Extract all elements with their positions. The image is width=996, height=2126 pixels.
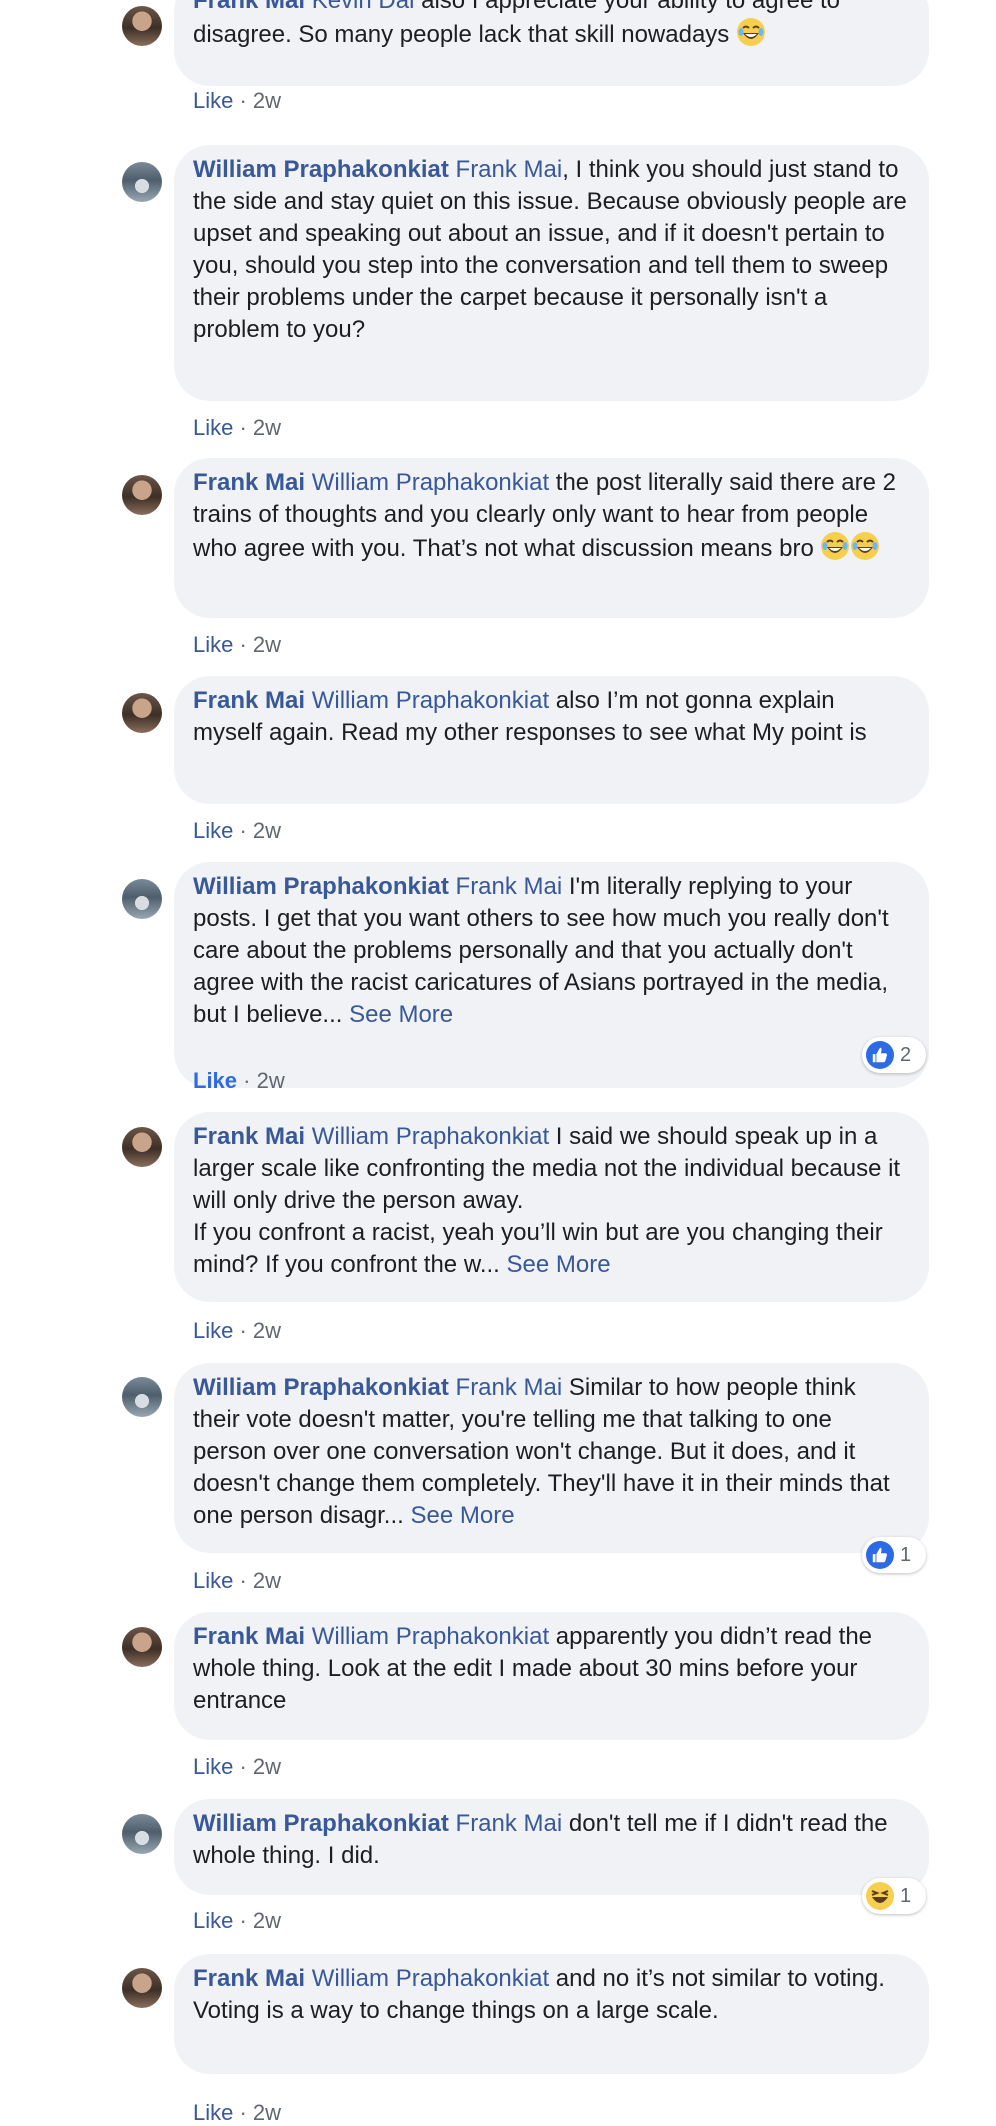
comment-actions: Like · 2w [193, 2100, 281, 2126]
comment-author-link[interactable]: Frank Mai [193, 687, 305, 714]
see-more-link[interactable]: See More [410, 1502, 514, 1529]
like-button[interactable]: Like [193, 818, 233, 843]
avatar[interactable] [122, 475, 162, 515]
mention-link[interactable]: Frank Mai [456, 873, 563, 900]
avatar[interactable] [122, 693, 162, 733]
comment-actions: Like · 2w [193, 415, 281, 441]
avatar[interactable] [122, 1127, 162, 1167]
comment-actions: Like · 2w [193, 1908, 281, 1934]
comment-bubble: Frank Mai William Praphakonkiat I said w… [174, 1112, 929, 1302]
avatar[interactable] [122, 1814, 162, 1854]
separator-dot: · [233, 1318, 253, 1343]
separator-dot: · [233, 1568, 253, 1593]
reaction-summary[interactable]: 2 [862, 1037, 926, 1073]
reaction-count: 1 [900, 1543, 912, 1566]
like-button[interactable]: Like [193, 1754, 233, 1779]
like-button[interactable]: Like [193, 2100, 233, 2125]
timestamp[interactable]: 2w [257, 1068, 285, 1093]
comment-author-link[interactable]: William Praphakonkiat [193, 1374, 449, 1401]
laughing-tears-emoji [820, 531, 850, 561]
avatar[interactable] [122, 879, 162, 919]
haha-icon [866, 1882, 894, 1910]
comment-bubble: William Praphakonkiat Frank Mai Similar … [174, 1363, 929, 1553]
mention-link[interactable]: William Praphakonkiat [312, 1123, 549, 1150]
like-button[interactable]: Like [193, 88, 233, 113]
laughing-tears-emoji [850, 531, 880, 561]
comment-actions: Like · 2w [193, 88, 281, 114]
comment-author-link[interactable]: Frank Mai [193, 469, 305, 496]
comment-bubble: Frank Mai Kevin Dai also I appreciate yo… [174, 0, 929, 86]
like-button[interactable]: Like [193, 415, 233, 440]
avatar[interactable] [122, 162, 162, 202]
mention-link[interactable]: Frank Mai [456, 1810, 563, 1837]
like-button[interactable]: Like [193, 1068, 237, 1093]
comment-author-link[interactable]: Frank Mai [193, 0, 305, 14]
reaction-summary[interactable]: 1 [862, 1537, 926, 1573]
timestamp[interactable]: 2w [253, 2100, 281, 2125]
separator-dot: · [233, 818, 253, 843]
timestamp[interactable]: 2w [253, 1568, 281, 1593]
comment-bubble: Frank Mai William Praphakonkiat also I’m… [174, 676, 929, 804]
comment-author-link[interactable]: William Praphakonkiat [193, 873, 449, 900]
separator-dot: · [233, 1908, 253, 1933]
mention-link[interactable]: William Praphakonkiat [312, 687, 549, 714]
comment-bubble: Frank Mai William Praphakonkiat the post… [174, 458, 929, 618]
thumbs-up-icon [866, 1541, 894, 1569]
like-button[interactable]: Like [193, 632, 233, 657]
timestamp[interactable]: 2w [253, 818, 281, 843]
comment-bubble: William Praphakonkiat Frank Mai don't te… [174, 1799, 929, 1895]
comment-author-link[interactable]: Frank Mai [193, 1123, 305, 1150]
comment-actions: Like · 2w [193, 1568, 281, 1594]
comment-bubble: William Praphakonkiat Frank Mai, I think… [174, 145, 929, 401]
thumbs-up-icon [866, 1041, 894, 1069]
separator-dot: · [233, 2100, 253, 2125]
like-button[interactable]: Like [193, 1318, 233, 1343]
mention-link[interactable]: William Praphakonkiat [312, 1623, 549, 1650]
timestamp[interactable]: 2w [253, 88, 281, 113]
mention-link[interactable]: Frank Mai [456, 156, 563, 183]
comment-actions: Like · 2w [193, 1318, 281, 1344]
mention-link[interactable]: Kevin Dai [312, 0, 415, 14]
reaction-count: 1 [900, 1884, 912, 1907]
comment-author-link[interactable]: Frank Mai [193, 1965, 305, 1992]
timestamp[interactable]: 2w [253, 1318, 281, 1343]
comment-bubble: William Praphakonkiat Frank Mai I'm lite… [174, 862, 929, 1088]
avatar[interactable] [122, 1377, 162, 1417]
see-more-link[interactable]: See More [507, 1251, 611, 1278]
timestamp[interactable]: 2w [253, 632, 281, 657]
comment-author-link[interactable]: William Praphakonkiat [193, 1810, 449, 1837]
mention-link[interactable]: Frank Mai [456, 1374, 563, 1401]
reaction-summary[interactable]: 1 [862, 1878, 926, 1914]
laughing-tears-emoji [736, 17, 766, 47]
separator-dot: · [233, 88, 253, 113]
reaction-count: 2 [900, 1043, 912, 1066]
comment-actions: Like · 2w [193, 1754, 281, 1780]
mention-link[interactable]: William Praphakonkiat [312, 1965, 549, 1992]
avatar[interactable] [122, 6, 162, 46]
timestamp[interactable]: 2w [253, 415, 281, 440]
comment-actions: Like · 2w [193, 818, 281, 844]
avatar[interactable] [122, 1627, 162, 1667]
separator-dot: · [233, 1754, 253, 1779]
timestamp[interactable]: 2w [253, 1754, 281, 1779]
comment-actions: Like · 2w [193, 632, 281, 658]
like-button[interactable]: Like [193, 1908, 233, 1933]
comment-author-link[interactable]: Frank Mai [193, 1623, 305, 1650]
separator-dot: · [233, 632, 253, 657]
comment-actions: Like · 2w [193, 1068, 285, 1094]
like-button[interactable]: Like [193, 1568, 233, 1593]
comment-text: , I think you should just stand to the s… [193, 156, 907, 343]
separator-dot: · [233, 415, 253, 440]
mention-link[interactable]: William Praphakonkiat [312, 469, 549, 496]
avatar[interactable] [122, 1968, 162, 2008]
see-more-link[interactable]: See More [349, 1001, 453, 1028]
comment-bubble: Frank Mai William Praphakonkiat and no i… [174, 1954, 929, 2074]
comment-author-link[interactable]: William Praphakonkiat [193, 156, 449, 183]
comment-bubble: Frank Mai William Praphakonkiat apparent… [174, 1612, 929, 1740]
separator-dot: · [237, 1068, 257, 1093]
timestamp[interactable]: 2w [253, 1908, 281, 1933]
